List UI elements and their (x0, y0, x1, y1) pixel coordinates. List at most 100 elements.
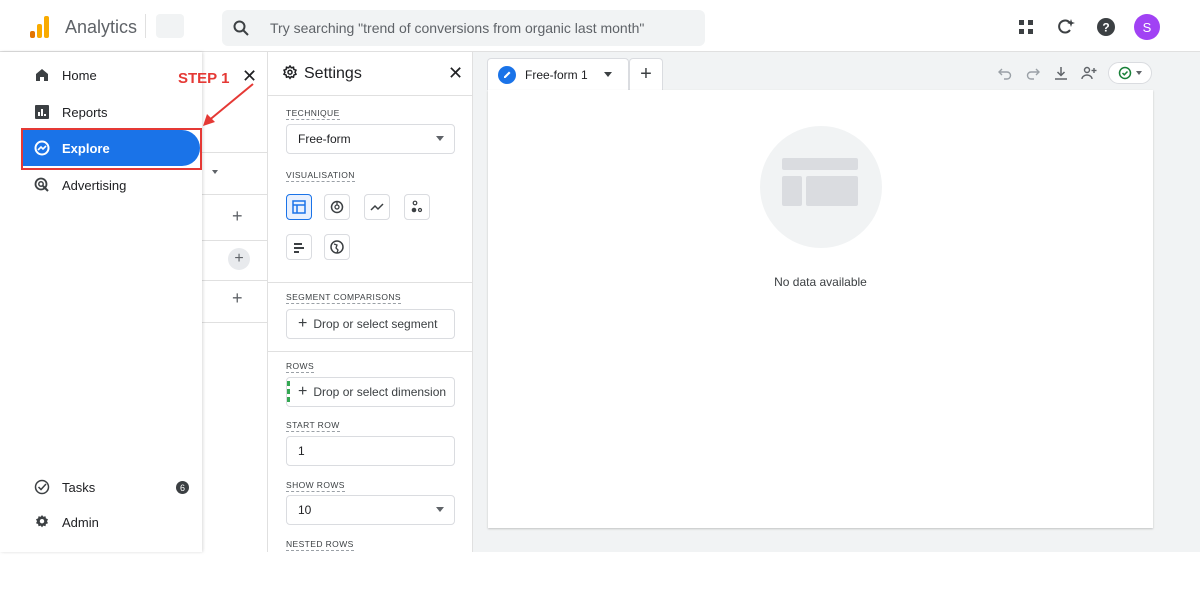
top-icons: ? S (1014, 14, 1160, 40)
download-icon[interactable] (1052, 64, 1070, 82)
empty-state-text: No data available (774, 275, 867, 289)
plus-icon: + (298, 315, 308, 332)
help-icon[interactable]: ? (1094, 15, 1118, 39)
chevron-down-icon (436, 507, 444, 512)
step-arrow-icon (203, 83, 254, 126)
settings-panel: Settings ✕ TECHNIQUE Free-form VISUALISA… (268, 52, 473, 552)
svg-text:?: ? (1102, 21, 1109, 35)
bar-viz-button[interactable] (286, 234, 312, 260)
divider (202, 280, 268, 281)
rows-label: ROWS (286, 361, 315, 373)
chevron-down-icon (436, 136, 444, 141)
canvas-panel[interactable]: No data available (488, 90, 1153, 528)
analytics-logo-icon[interactable] (30, 16, 52, 38)
donut-viz-button[interactable] (324, 194, 350, 220)
undo-icon[interactable] (996, 64, 1014, 82)
tasks-icon (22, 479, 62, 495)
tab-bar: Free-form 1 + (487, 58, 663, 90)
show-rows-label: SHOW ROWS (286, 480, 345, 492)
nested-rows-label: NESTED ROWS (286, 539, 354, 551)
segment-drop-field[interactable]: + Drop or select segment (286, 309, 455, 339)
chevron-down-icon[interactable] (212, 170, 218, 174)
add-dimension-icon[interactable]: + (228, 248, 250, 270)
close-icon[interactable]: ✕ (448, 63, 463, 84)
search-icon (232, 19, 250, 37)
apps-grid-icon[interactable] (1014, 15, 1038, 39)
search-input[interactable]: Try searching "trend of conversions from… (270, 20, 644, 36)
settings-header: Settings ✕ (268, 52, 472, 96)
scatter-icon (411, 200, 423, 213)
technique-label: TECHNIQUE (286, 108, 340, 120)
divider (202, 152, 268, 153)
divider (202, 240, 268, 241)
canvas-toolbar (996, 62, 1152, 84)
add-metric-icon[interactable]: + (232, 288, 243, 309)
settings-gear-icon (282, 64, 298, 86)
rows-drop-field[interactable]: + Drop or select dimension (286, 377, 455, 407)
insights-icon[interactable] (1054, 15, 1078, 39)
add-tab-button[interactable]: + (629, 58, 663, 90)
search-bar[interactable]: Try searching "trend of conversions from… (222, 10, 705, 46)
nav-item-home[interactable]: Home (22, 57, 200, 93)
save-status-dropdown[interactable] (1108, 62, 1152, 84)
technique-value: Free-form (298, 132, 351, 146)
chevron-down-icon[interactable] (604, 72, 612, 77)
tab-label: Free-form 1 (525, 67, 588, 82)
section-divider (268, 282, 472, 283)
segment-comparisons-label: SEGMENT COMPARISONS (286, 292, 401, 304)
share-user-icon[interactable] (1080, 64, 1098, 82)
nav-item-label: Tasks (62, 479, 96, 495)
segment-placeholder: Drop or select segment (313, 317, 438, 331)
line-viz-button[interactable] (364, 194, 390, 220)
plus-icon: + (298, 383, 308, 400)
show-rows-select[interactable]: 10 (286, 495, 455, 525)
tab-free-form-1[interactable]: Free-form 1 (487, 58, 629, 90)
globe-icon (330, 240, 344, 254)
rows-placeholder: Drop or select dimension (313, 385, 447, 399)
start-row-input[interactable]: 1 (286, 436, 455, 466)
divider (202, 194, 268, 195)
line-chart-icon (370, 203, 384, 211)
chevron-down-icon (1136, 71, 1142, 75)
nav-item-admin[interactable]: Admin (22, 504, 200, 540)
section-divider (268, 351, 472, 352)
bar-chart-icon (294, 243, 304, 253)
gear-icon (22, 514, 62, 530)
drop-indicator (287, 381, 290, 405)
title-divider (145, 14, 146, 38)
empty-table-icon (760, 126, 882, 248)
top-bar: Analytics Try searching "trend of conver… (0, 0, 1200, 52)
show-rows-value: 10 (298, 503, 312, 517)
table-icon (292, 200, 306, 214)
divider (202, 322, 268, 323)
nav-item-label: Advertising (62, 177, 127, 193)
scatter-viz-button[interactable] (404, 194, 430, 220)
redo-icon[interactable] (1024, 64, 1042, 82)
home-icon (22, 68, 62, 82)
avatar[interactable]: S (1134, 14, 1160, 40)
check-circle-icon (1118, 66, 1132, 80)
advertising-icon (22, 177, 62, 193)
nav-item-label: Home (62, 67, 97, 83)
tasks-count-badge: 6 (176, 481, 189, 494)
step-highlight-box (21, 128, 202, 170)
nav-item-reports[interactable]: Reports (22, 94, 200, 130)
geo-viz-button[interactable] (324, 234, 350, 260)
nav-item-advertising[interactable]: Advertising (22, 167, 200, 203)
table-viz-button[interactable] (286, 194, 312, 220)
left-nav: Home Reports Explore Advertising Tasks 6… (0, 52, 202, 552)
nav-item-label: Admin (62, 514, 99, 530)
start-row-value: 1 (298, 444, 305, 458)
account-selector[interactable] (156, 14, 184, 38)
nav-item-label: Reports (62, 104, 108, 120)
add-segment-icon[interactable]: + (232, 206, 243, 227)
nav-item-tasks[interactable]: Tasks (22, 469, 200, 505)
visualisation-label: VISUALISATION (286, 170, 355, 182)
start-row-label: START ROW (286, 420, 340, 432)
app-title[interactable]: Analytics (65, 17, 137, 38)
settings-title: Settings (304, 65, 362, 82)
technique-select[interactable]: Free-form (286, 124, 455, 154)
reports-icon (22, 105, 62, 119)
donut-icon (330, 200, 344, 214)
edit-icon[interactable] (498, 65, 516, 84)
